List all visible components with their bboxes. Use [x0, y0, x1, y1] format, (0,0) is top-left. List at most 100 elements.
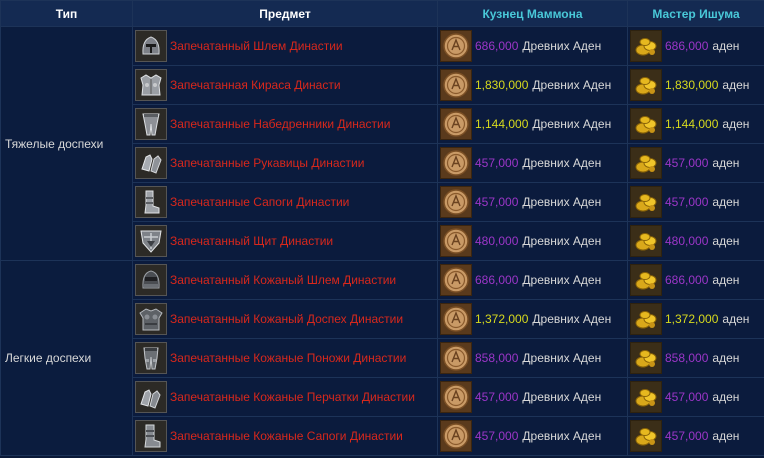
item-cell: Запечатанные Сапоги Династии [133, 183, 437, 221]
master-price-currency: аден [712, 351, 740, 365]
master-price-currency: аден [722, 117, 750, 131]
adena-gold-icon [630, 30, 662, 62]
boots-icon [135, 186, 167, 218]
master-price-cell: 457,000 аден [628, 144, 764, 182]
item-name[interactable]: Запечатанные Сапоги Династии [170, 195, 349, 209]
item-cell: Запечатанный Кожаный Доспех Династии [133, 300, 437, 338]
item-name[interactable]: Запечатанные Кожаные Перчатки Династии [170, 390, 415, 404]
smith-price-cell: 686,000 Древних Аден [438, 27, 627, 65]
smith-price-cell: 457,000 Древних Аден [438, 417, 627, 455]
smith-price-cell: 480,000 Древних Аден [438, 222, 627, 260]
master-price-currency: аден [712, 429, 740, 443]
master-price-value: 686,000 [665, 39, 709, 53]
ancient-adena-coin-icon [440, 30, 472, 62]
master-price-currency: аден [712, 273, 740, 287]
ancient-adena-coin-icon [440, 225, 472, 257]
item-name[interactable]: Запечатанные Рукавицы Династии [170, 156, 364, 170]
header-item: Предмет [133, 1, 437, 26]
ancient-adena-coin-icon [440, 147, 472, 179]
smith-price-value: 480,000 [475, 234, 519, 248]
smith-price-value: 457,000 [475, 429, 519, 443]
breastplate-icon [135, 69, 167, 101]
item-name[interactable]: Запечатанный Кожаный Доспех Династии [170, 312, 403, 326]
master-price-currency: аден [722, 312, 750, 326]
smith-price-cell: 457,000 Древних Аден [438, 144, 627, 182]
header-smith: Кузнец Маммона [438, 1, 627, 26]
smith-price-currency: Древних Аден [522, 351, 602, 365]
adena-gold-icon [630, 186, 662, 218]
item-cell: Запечатанные Кожаные Сапоги Династии [133, 417, 437, 455]
smith-price-cell: 686,000 Древних Аден [438, 261, 627, 299]
helmet-icon [135, 30, 167, 62]
item-name[interactable]: Запечатанные Кожаные Сапоги Династии [170, 429, 403, 443]
master-price-currency: аден [712, 195, 740, 209]
smith-price-currency: Древних Аден [522, 39, 602, 53]
smith-price-currency: Древних Аден [532, 117, 612, 131]
item-cell: Запечатанный Щит Династии [133, 222, 437, 260]
master-price-cell: 1,144,000 аден [628, 105, 764, 143]
item-cell: Запечатанный Шлем Династии [133, 27, 437, 65]
armor-price-table: Тип Предмет Кузнец Маммона Мастер Ишума … [0, 0, 764, 456]
leather-boots-icon [135, 420, 167, 452]
ancient-adena-coin-icon [440, 264, 472, 296]
master-price-value: 457,000 [665, 429, 709, 443]
header-type: Тип [1, 1, 132, 26]
master-price-cell: 858,000 аден [628, 339, 764, 377]
adena-gold-icon [630, 147, 662, 179]
smith-price-cell: 457,000 Древних Аден [438, 378, 627, 416]
item-name[interactable]: Запечатанный Шлем Династии [170, 39, 343, 53]
master-price-cell: 457,000 аден [628, 417, 764, 455]
adena-gold-icon [630, 264, 662, 296]
leather-gloves-icon [135, 381, 167, 413]
item-cell: Запечатанные Кожаные Поножи Династии [133, 339, 437, 377]
smith-price-currency: Древних Аден [522, 234, 602, 248]
table-body: Тяжелые доспехи Запечатанный Шлем Династи… [1, 27, 764, 455]
shield-icon [135, 225, 167, 257]
master-price-value: 457,000 [665, 390, 709, 404]
adena-gold-icon [630, 225, 662, 257]
master-price-cell: 686,000 аден [628, 27, 764, 65]
master-price-value: 1,372,000 [665, 312, 719, 326]
item-name[interactable]: Запечатанный Кожаный Шлем Династии [170, 273, 396, 287]
smith-price-cell: 457,000 Древних Аден [438, 183, 627, 221]
leather-leggings-icon [135, 342, 167, 374]
ancient-adena-coin-icon [440, 186, 472, 218]
item-name[interactable]: Запечатанные Кожаные Поножи Династии [170, 351, 406, 365]
smith-price-value: 457,000 [475, 390, 519, 404]
ancient-adena-coin-icon [440, 69, 472, 101]
smith-price-value: 457,000 [475, 195, 519, 209]
armor-type-label: Тяжелые доспехи [1, 27, 132, 260]
adena-gold-icon [630, 108, 662, 140]
ancient-adena-coin-icon [440, 342, 472, 374]
master-price-currency: аден [712, 39, 740, 53]
table-row: Легкие доспехи Запечатанный Кожаный Шлем … [1, 261, 764, 455]
item-name[interactable]: Запечатанные Набедренники Династии [170, 117, 390, 131]
adena-gold-icon [630, 381, 662, 413]
ancient-adena-coin-icon [440, 381, 472, 413]
master-price-value: 457,000 [665, 156, 709, 170]
table-row: Тяжелые доспехи Запечатанный Шлем Династи… [1, 27, 764, 260]
smith-price-currency: Древних Аден [522, 273, 602, 287]
armor-type-label: Легкие доспехи [1, 261, 132, 455]
leather-helmet-icon [135, 264, 167, 296]
smith-price-cell: 1,830,000 Древних Аден [438, 66, 627, 104]
master-price-value: 457,000 [665, 195, 709, 209]
smith-price-value: 858,000 [475, 351, 519, 365]
ancient-adena-coin-icon [440, 303, 472, 335]
smith-price-cell: 858,000 Древних Аден [438, 339, 627, 377]
smith-price-value: 686,000 [475, 273, 519, 287]
master-price-currency: аден [722, 78, 750, 92]
header-master: Мастер Ишума [628, 1, 764, 26]
item-name[interactable]: Запечатанный Щит Династии [170, 234, 333, 248]
master-price-currency: аден [712, 234, 740, 248]
leather-armor-icon [135, 303, 167, 335]
master-price-cell: 457,000 аден [628, 183, 764, 221]
master-price-value: 1,144,000 [665, 117, 719, 131]
master-price-currency: аден [712, 390, 740, 404]
ancient-adena-coin-icon [440, 420, 472, 452]
smith-price-value: 457,000 [475, 156, 519, 170]
smith-price-cell: 1,144,000 Древних Аден [438, 105, 627, 143]
adena-gold-icon [630, 303, 662, 335]
adena-gold-icon [630, 420, 662, 452]
item-name[interactable]: Запечатанная Кираса Династи [170, 78, 341, 92]
